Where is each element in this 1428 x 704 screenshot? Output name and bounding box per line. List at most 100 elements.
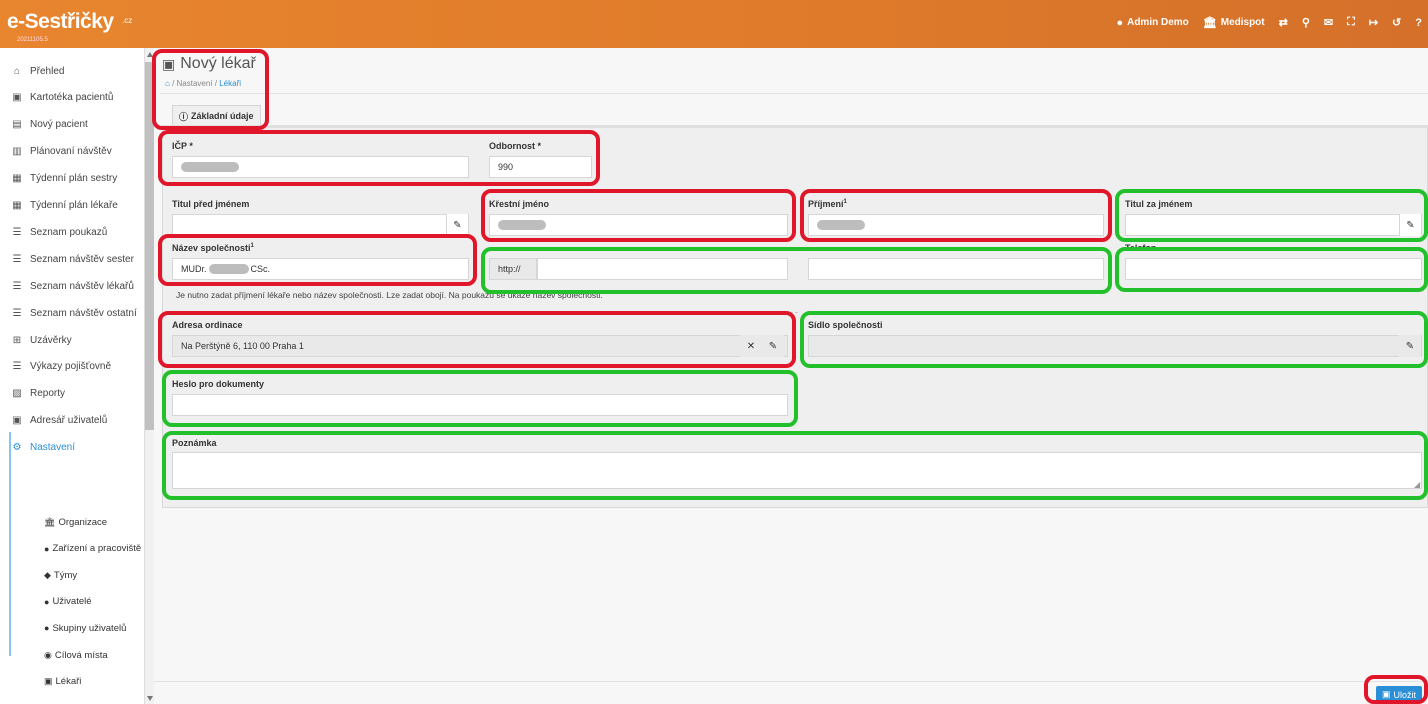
titul-pred-input[interactable] <box>172 214 469 236</box>
sidebar-item-label: Plánovaní návštěv <box>30 146 112 158</box>
sidebar-item-6[interactable]: ▦ Týdenní plán lékaře <box>0 193 145 219</box>
cogs-icon: ⚙ <box>12 442 22 454</box>
sidebar-item-9[interactable]: ☰ Seznam návštěv lékařů <box>0 273 145 299</box>
divider <box>160 93 1428 94</box>
medical-icon: ● <box>44 543 50 554</box>
logout-icon[interactable]: ↦ <box>1369 16 1378 29</box>
help-icon[interactable]: ? <box>1415 17 1422 29</box>
shield-icon: ◆ <box>44 569 51 580</box>
sidebar-item-label: Seznam návštěv sester <box>30 253 134 265</box>
app-logo[interactable]: e-Sestřičky <box>7 10 114 34</box>
annotation-frame-red <box>481 189 796 242</box>
sidebar-subitem-label: Týmy <box>53 569 78 581</box>
edit-icon[interactable]: ✎ <box>446 214 468 236</box>
history-icon[interactable]: ↺ <box>1392 16 1401 29</box>
sidebar-item-12[interactable]: ☰ Výkazy pojišťovně <box>0 354 145 380</box>
sidebar-item-1[interactable]: ⌂ Přehled <box>0 58 145 84</box>
sidebar-item-4[interactable]: ▥ Plánovaní návštěv <box>0 139 145 165</box>
sidebar-item-label: Týdenní plán lékaře <box>30 200 118 211</box>
sidebar-item-label: Seznam návštěv lékařů <box>30 280 134 292</box>
footer-divider <box>154 681 1428 682</box>
sidebar-item-14[interactable]: ▣ Adresář uživatelů <box>0 408 145 434</box>
calendar-icon: ▦ <box>12 200 22 211</box>
user-menu[interactable]: ● Admin Demo <box>1116 17 1188 29</box>
sidebar-item-label: Přehled <box>30 65 65 77</box>
exchange-icon[interactable]: ⇄ <box>1279 16 1288 29</box>
sidebar-item-label: Seznam návštěv ostatní <box>30 307 137 319</box>
sidebar-item-5[interactable]: ▦ Týdenní plán sestry <box>0 166 145 192</box>
annotation-frame-green <box>481 247 1112 294</box>
envelope-icon[interactable]: ✉ <box>1324 16 1333 29</box>
list-icon: ☰ <box>12 361 22 373</box>
sidebar-item-8[interactable]: ☰ Seznam návštěv sester <box>0 246 145 272</box>
id-badge-icon: ▤ <box>12 119 22 131</box>
sidebar-subitem-4[interactable]: ● Uživatelé <box>44 589 92 615</box>
annotation-frame-green <box>162 370 798 427</box>
annotation-frame-red <box>800 189 1112 242</box>
sidebar-subitem-label: Zařízení a pracoviště <box>52 543 142 555</box>
annotation-frame-red <box>152 49 269 130</box>
sidebar-subitem-label: Uživatelé <box>52 596 92 608</box>
calendar-icon: ▦ <box>12 173 22 185</box>
list-icon: ☰ <box>12 307 22 319</box>
search-icon[interactable]: ⚲ <box>1302 16 1310 29</box>
sidebar-item-label: Výkazy pojišťovně <box>30 361 112 373</box>
annotation-frame-red <box>1364 675 1428 704</box>
sidebar-item-label: Týdenní plán sestry <box>30 173 118 185</box>
sidebar-item-2[interactable]: ▣ Kartotéka pacientů <box>0 85 145 111</box>
sidebar-item-label: Reporty <box>30 388 66 400</box>
sidebar-item-7[interactable]: ☰ Seznam poukazů <box>0 219 145 245</box>
map-marker-icon: ◉ <box>44 649 52 660</box>
active-section-bar <box>9 432 11 656</box>
bank-icon: 🏛 <box>44 516 56 527</box>
annotation-frame-red <box>158 234 477 286</box>
sidebar-subitem-label: Skupiny uživatelů <box>52 622 127 634</box>
sidebar-item-label: Adresář uživatelů <box>30 415 108 427</box>
annotation-frame-green <box>800 311 1428 368</box>
table-icon: ⊞ <box>12 334 22 346</box>
scroll-down-arrow[interactable] <box>147 696 153 701</box>
app-version: 20211105.5 <box>17 37 48 43</box>
sidebar-item-11[interactable]: ⊞ Uzávěrky <box>0 327 145 353</box>
sidebar-item-label: Seznam poukazů <box>30 226 108 238</box>
sidebar-item-3[interactable]: ▤ Nový pacient <box>0 112 145 138</box>
sidebar-subitem-label: Cílová místa <box>54 649 108 661</box>
sidebar-item-13[interactable]: ▨ Reporty <box>0 381 145 407</box>
sidebar-item-label: Nastavení <box>30 442 76 454</box>
fullscreen-icon[interactable]: ⛶ <box>1347 16 1355 29</box>
sidebar-subitem-2[interactable]: ● Zařízení a pracoviště <box>44 536 141 562</box>
annotation-frame-red <box>158 311 796 368</box>
sidebar-item-10[interactable]: ☰ Seznam návštěv ostatní <box>0 300 145 326</box>
user-icon: ● <box>44 596 50 607</box>
sidebar: ⌂ Přehled ▣ Kartotéka pacientů ▤ Nový pacient… <box>0 48 145 704</box>
sidebar-item-label: Kartotéka pacientů <box>30 92 114 104</box>
annotation-frame-green <box>162 431 1428 500</box>
address-book-icon: ▣ <box>12 415 22 427</box>
bank-icon: 🏛 <box>1202 17 1217 29</box>
map-icon: ▥ <box>12 146 22 158</box>
doctor-icon: ▣ <box>44 676 53 687</box>
sidebar-subitem-1[interactable]: 🏛 Organizace <box>44 509 107 535</box>
users-icon: ● <box>44 623 50 634</box>
form-card-top <box>162 125 1428 128</box>
sidebar-subitem-6[interactable]: ◉ Cílová místa <box>44 642 108 668</box>
annotation-frame-red <box>158 130 600 186</box>
sidebar-subitem-7[interactable]: ▣ Lékaři <box>44 669 81 695</box>
app-logo-suffix: .cz <box>122 16 133 25</box>
list-icon: ☰ <box>12 280 22 292</box>
sidebar-item-15[interactable]: ⚙ Nastavení <box>0 435 145 461</box>
id-card-icon: ▣ <box>12 92 22 104</box>
list-icon: ☰ <box>12 226 22 238</box>
sidebar-subitem-3[interactable]: ◆ Týmy <box>44 562 77 588</box>
sidebar-item-label: Nový pacient <box>30 119 88 131</box>
user-icon: ● <box>1116 16 1124 29</box>
annotation-frame-green <box>1115 247 1428 292</box>
organization-name: Medispot <box>1220 17 1265 28</box>
list-icon: ☰ <box>12 253 22 265</box>
top-nav: ● Admin Demo 🏛 Medispot ⇄ ⚲ ✉ ⛶ ↦ ↺ ? <box>1116 16 1422 29</box>
user-name: Admin Demo <box>1127 17 1189 28</box>
home-icon: ⌂ <box>13 65 21 77</box>
sidebar-subitem-5[interactable]: ● Skupiny uživatelů <box>44 615 126 641</box>
top-bar: e-Sestřičky .cz 20211105.5 ● Admin Demo 🏛… <box>0 0 1428 48</box>
organization-menu[interactable]: 🏛 Medispot <box>1203 16 1265 29</box>
